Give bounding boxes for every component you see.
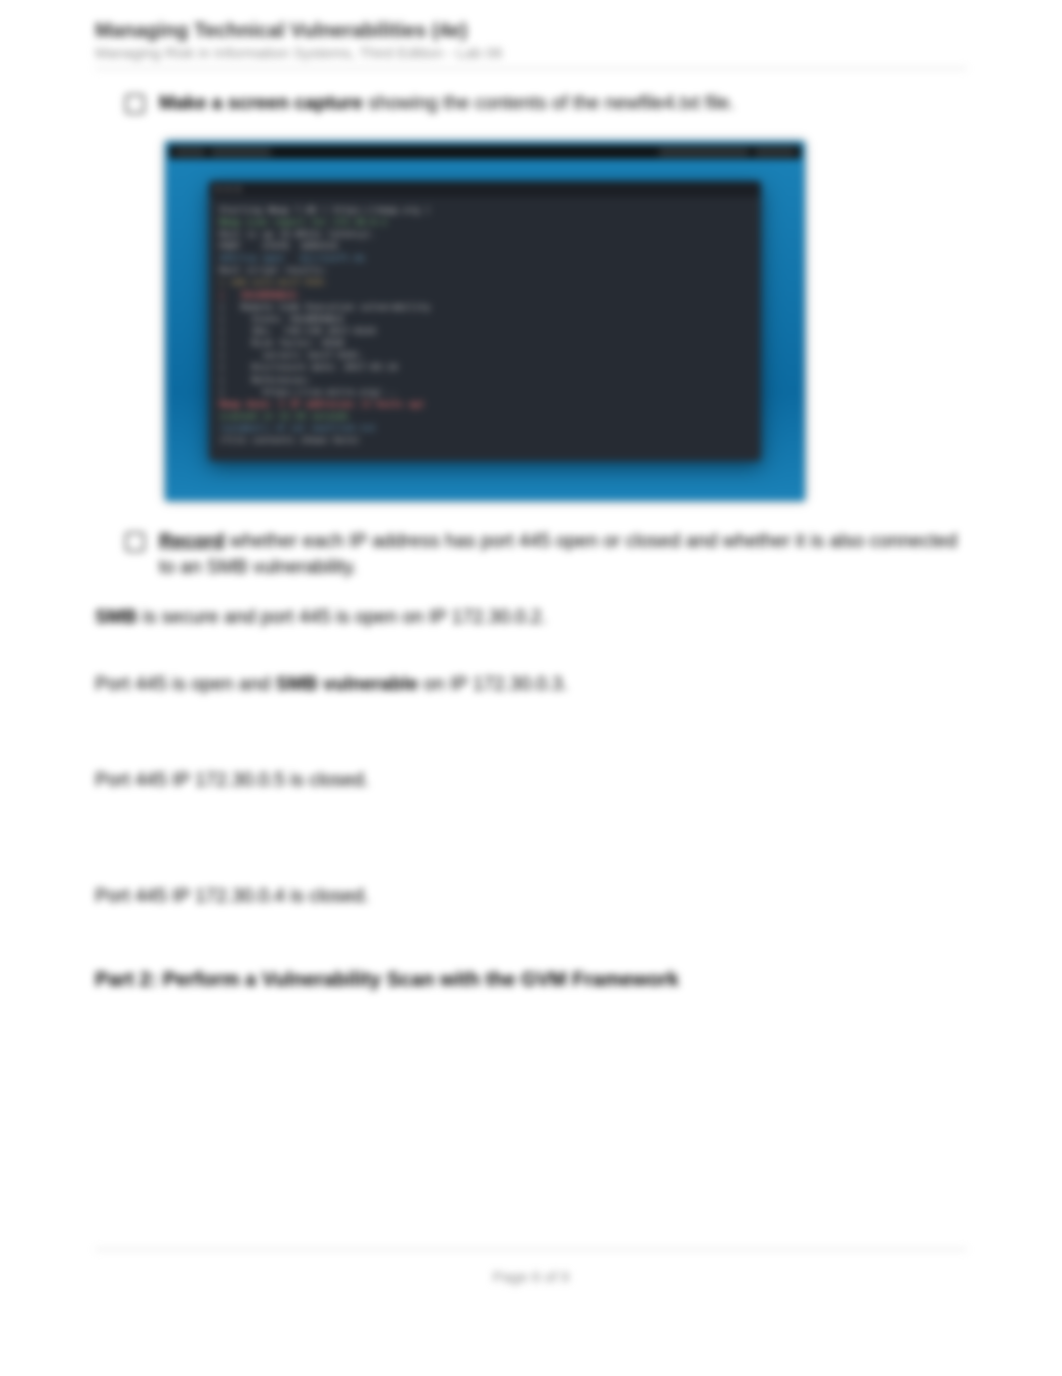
window-control-icon [225, 186, 231, 192]
taskbar-clock [755, 148, 795, 156]
taskbar-item [659, 148, 749, 156]
header-rule [95, 68, 967, 69]
checkbox-icon [125, 532, 145, 552]
section-heading: Part 2: Perform a Vulnerability Scan wit… [95, 969, 967, 992]
finding-rest: is secure and port 445 is open on IP 172… [137, 607, 547, 628]
terminal-line: Starting Nmap 7.80 ( https://nmap.org ) [219, 205, 751, 217]
terminal-line: Nmap scan report for 172.30.0.2 [219, 217, 751, 229]
terminal-line: scanned in 12.34 seconds [219, 411, 751, 423]
header-title: Managing Technical Vulnerabilities (4e) [95, 20, 967, 43]
terminal-line: (file contents shown here) [219, 435, 751, 447]
terminal-line: | https://cve.mitre.org/... [219, 387, 751, 399]
finding-bold: SMB [95, 607, 137, 628]
desktop-frame: Starting Nmap 7.80 ( https://nmap.org )N… [165, 141, 805, 502]
document-page: Managing Technical Vulnerabilities (4e) … [0, 0, 1062, 1376]
terminal-line: Host is up (0.0012s latency). [219, 229, 751, 241]
finding-line: Port 445 is open and SMB vulnerable on I… [95, 672, 967, 698]
task-underline: Record [159, 531, 224, 552]
finding-line: SMB is secure and port 445 is open on IP… [95, 605, 967, 631]
terminal-line: | References: [219, 375, 751, 387]
finding-line: Port 445 IP 172.30.0.4 is closed. [95, 884, 967, 910]
terminal-line: Nmap done: 3 IP addresses (3 hosts up) [219, 399, 751, 411]
task-rest: showing the contents of the newfile4.txt… [363, 93, 735, 114]
taskbar [169, 145, 801, 159]
terminal-output: Starting Nmap 7.80 ( https://nmap.org )N… [209, 197, 761, 462]
embedded-screenshot: Starting Nmap 7.80 ( https://nmap.org )N… [165, 141, 805, 502]
terminal-line: | Remote Code Execution vulnerability [219, 302, 751, 314]
task-rest: whether each IP address has port 445 ope… [159, 531, 957, 578]
taskbar-item [175, 148, 205, 156]
page-header: Managing Technical Vulnerabilities (4e) … [95, 20, 967, 69]
taskbar-item [211, 148, 271, 156]
terminal-window: Starting Nmap 7.80 ( https://nmap.org )N… [209, 181, 761, 462]
header-subtitle: Managing Risk in Information Systems, Th… [95, 45, 967, 62]
checkbox-icon [125, 94, 145, 114]
task-bold: Make a screen capture [159, 93, 363, 114]
finding-bold: SMB vulnerable [276, 674, 419, 695]
finding-line: Port 445 IP 172.30.0.5 is closed. [95, 768, 967, 794]
finding-part: Port 445 is open and [95, 674, 276, 695]
task-item-record: Record whether each IP address has port … [125, 529, 967, 580]
task-text: Make a screen capture showing the conten… [159, 91, 735, 117]
task-text: Record whether each IP address has port … [159, 529, 967, 580]
terminal-line: 445/tcp open microsoft-ds [219, 253, 751, 265]
task-item-screencap: Make a screen capture showing the conten… [125, 91, 967, 117]
terminal-titlebar [209, 181, 761, 197]
terminal-line: PORT STATE SERVICE [219, 241, 751, 253]
terminal-line: | smb-vuln-ms17-010: [219, 277, 751, 289]
terminal-line: root@kali:~# cat newfile4.txt [219, 423, 751, 435]
terminal-line: | VULNERABLE: [219, 290, 751, 302]
terminal-line: | State: VULNERABLE [219, 314, 751, 326]
footer-rule [95, 1249, 967, 1250]
desktop-area: Starting Nmap 7.80 ( https://nmap.org )N… [169, 159, 801, 498]
terminal-line: Host script results: [219, 265, 751, 277]
finding-part: on IP 172.30.0.3. [418, 674, 568, 695]
page-footer: Page 6 of 9 [0, 1269, 1062, 1286]
window-control-icon [215, 186, 221, 192]
terminal-line: | Risk factor: HIGH [219, 338, 751, 350]
terminal-line: | Disclosure date: 2017-03-14 [219, 362, 751, 374]
window-control-icon [235, 186, 241, 192]
terminal-line: | servers (ms17-010). [219, 350, 751, 362]
terminal-line: | IDs: CVE:CVE-2017-0143 [219, 326, 751, 338]
